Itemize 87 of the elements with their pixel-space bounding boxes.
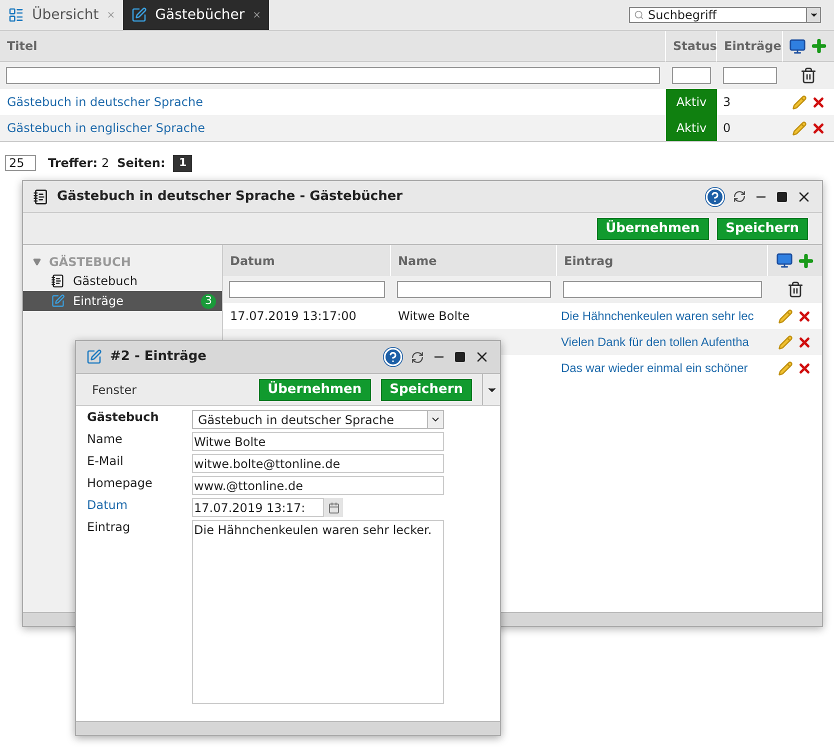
search-select[interactable]: Suchbegriff [629, 7, 821, 23]
note-icon [86, 349, 102, 365]
text-field[interactable]: witwe.bolte@ttonline.de [192, 454, 444, 473]
field-label: Gästebuch [87, 410, 160, 426]
edit-icon[interactable] [792, 120, 806, 136]
dialog-title: #2 - Einträge [110, 348, 206, 366]
text-field[interactable]: Witwe Bolte [192, 432, 444, 451]
note-icon [131, 7, 148, 23]
column-header[interactable]: Eintrag [557, 245, 768, 276]
field-label: Name [87, 432, 124, 448]
edit-icon[interactable] [778, 308, 793, 324]
refresh-icon[interactable] [733, 190, 746, 203]
filter-field[interactable] [229, 281, 385, 298]
calendar-button[interactable] [324, 498, 343, 517]
tab[interactable]: Gästebücher × [123, 0, 270, 30]
field-label[interactable]: Datum [87, 498, 192, 517]
column-header[interactable]: Einträge [717, 31, 783, 62]
column-header[interactable]: Titel [0, 31, 666, 62]
action-button[interactable]: Übernehmen [258, 378, 371, 400]
sidebar-item[interactable]: Gästebuch [23, 271, 222, 291]
text-area[interactable]: Die Hähnchenkeulen waren sehr lecker. [192, 520, 444, 704]
monitor-icon[interactable] [776, 252, 792, 269]
help-icon[interactable] [383, 347, 403, 367]
tab[interactable]: Übersicht × [0, 0, 124, 30]
action-button[interactable]: Übernehmen [596, 218, 709, 240]
page-size-field[interactable]: 25 [5, 155, 36, 171]
sidebar-item[interactable]: Einträge 3 [23, 291, 222, 311]
delete-icon[interactable] [797, 360, 812, 376]
maximize-icon[interactable] [454, 351, 466, 363]
edit-icon[interactable] [778, 334, 793, 350]
hits-label: Treffer: [48, 155, 98, 172]
text-field[interactable]: www.@ttonline.de [192, 476, 444, 495]
title-link[interactable]: Gästebuch in deutscher Sprache [7, 93, 203, 111]
chevron-icon[interactable] [427, 411, 443, 428]
notebook-icon [33, 188, 49, 204]
table-cell: 0 [717, 115, 783, 141]
entry-link[interactable]: Das war wieder einmal ein schöner [561, 359, 748, 377]
status-cell: Aktiv [666, 89, 717, 115]
filter-field[interactable] [723, 67, 777, 84]
entry-link[interactable]: Die Hähnchenkeulen waren sehr lec [561, 307, 754, 325]
count-badge: 3 [201, 294, 216, 308]
date-field[interactable]: 17.07.2019 13:17: [192, 498, 324, 517]
delete-icon[interactable] [810, 94, 826, 110]
column-header[interactable]: Datum [223, 245, 391, 276]
filter-field[interactable] [563, 281, 762, 298]
list-icon [8, 7, 24, 23]
help-icon[interactable] [705, 186, 725, 206]
trash-icon[interactable] [800, 67, 817, 84]
note-icon [51, 294, 65, 308]
expand-triangle-icon[interactable] [33, 258, 41, 266]
edit-icon[interactable] [792, 94, 806, 110]
trash-icon[interactable] [786, 281, 804, 298]
search-input[interactable]: Suchbegriff [648, 6, 806, 24]
select-field[interactable]: Gästebuch in deutscher Sprache [192, 410, 444, 429]
field-label: Homepage [87, 476, 154, 492]
column-header[interactable]: Status [666, 31, 717, 62]
notebook-icon [51, 274, 65, 288]
monitor-icon[interactable] [789, 38, 806, 54]
refresh-icon[interactable] [411, 350, 424, 364]
column-header[interactable]: Name [391, 245, 557, 276]
delete-icon[interactable] [810, 120, 826, 136]
status-cell: Aktiv [666, 115, 717, 141]
hits-count: 2 [102, 155, 110, 172]
field-label: E-Mail [87, 454, 124, 470]
pages-label: Seiten: [117, 155, 166, 172]
field-label: Eintrag [87, 520, 132, 536]
maximize-icon[interactable] [776, 190, 788, 202]
filter-field[interactable] [6, 67, 660, 84]
action-button[interactable]: Speichern [380, 378, 472, 400]
edit-icon[interactable] [778, 360, 793, 376]
dropdown-button[interactable] [806, 8, 820, 22]
tab-close[interactable]: × [252, 8, 262, 22]
filter-field[interactable] [397, 281, 551, 298]
window-menu[interactable]: Fenster [92, 380, 259, 398]
delete-icon[interactable] [797, 334, 812, 350]
sidebar-group: GÄSTEBUCH [49, 253, 131, 271]
action-button[interactable]: Speichern [716, 218, 808, 240]
window-title: Gästebuch in deutscher Sprache - Gästebücher [57, 188, 403, 206]
calendar-icon [328, 502, 340, 514]
delete-icon[interactable] [797, 308, 812, 324]
page-button[interactable]: 1 [173, 154, 192, 172]
tab-label: Gästebücher [155, 6, 245, 24]
filter-field[interactable] [672, 67, 711, 84]
add-icon[interactable] [810, 37, 828, 55]
search-icon [634, 10, 644, 20]
tab-label: Übersicht [32, 5, 99, 24]
add-icon[interactable] [796, 252, 814, 270]
